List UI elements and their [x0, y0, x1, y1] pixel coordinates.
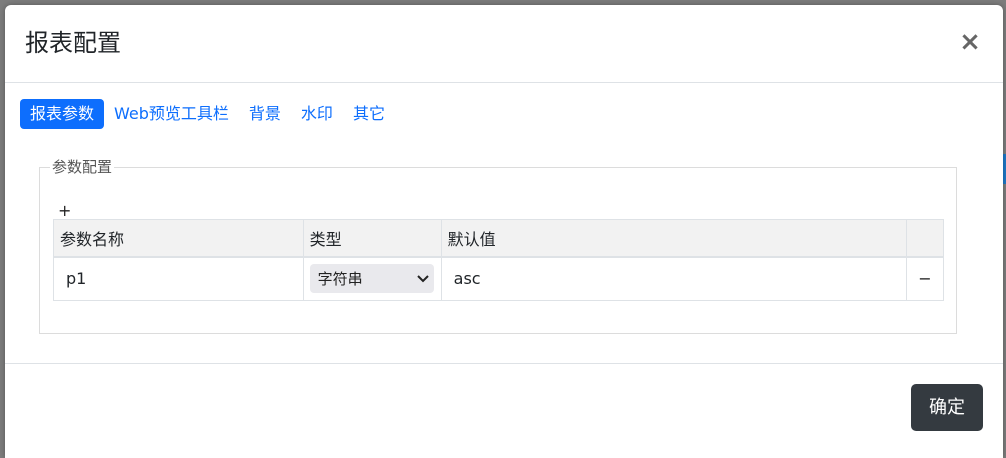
tab-watermark[interactable]: 水印	[291, 99, 343, 129]
column-header-actions	[906, 219, 944, 258]
column-header-type: 类型	[302, 219, 442, 258]
close-icon: ×	[959, 27, 981, 57]
param-type-cell: 字符串	[302, 256, 442, 301]
tab-report-params[interactable]: 报表参数	[20, 99, 105, 129]
table-row: p1 字符串 asc −	[53, 256, 944, 301]
tab-other[interactable]: 其它	[343, 99, 395, 129]
param-name-cell[interactable]: p1	[53, 256, 304, 301]
param-table: 参数名称 类型 默认值 p1 字符串 asc −	[53, 219, 944, 301]
close-button[interactable]: ×	[959, 29, 981, 55]
tab-bar: 报表参数 Web预览工具栏 背景 水印 其它	[20, 99, 395, 129]
param-type-value: 字符串	[317, 270, 363, 289]
param-type-select[interactable]: 字符串	[309, 264, 434, 294]
dialog-footer: 确定	[5, 363, 1003, 454]
confirm-button[interactable]: 确定	[911, 384, 983, 431]
add-param-button[interactable]: +	[58, 202, 71, 220]
dialog-header: 报表配置 ×	[5, 5, 1003, 83]
column-header-default: 默认值	[440, 219, 908, 258]
param-default-cell[interactable]: asc	[440, 256, 908, 301]
column-header-name: 参数名称	[53, 219, 304, 258]
chevron-down-icon	[412, 264, 434, 293]
dialog-title: 报表配置	[25, 29, 121, 57]
table-header-row: 参数名称 类型 默认值	[53, 219, 944, 258]
param-config-legend: 参数配置	[52, 158, 113, 176]
tab-background[interactable]: 背景	[239, 99, 291, 129]
param-delete-cell: −	[906, 256, 944, 301]
tab-web-toolbar[interactable]: Web预览工具栏	[104, 99, 239, 129]
delete-param-button[interactable]: −	[918, 269, 931, 288]
